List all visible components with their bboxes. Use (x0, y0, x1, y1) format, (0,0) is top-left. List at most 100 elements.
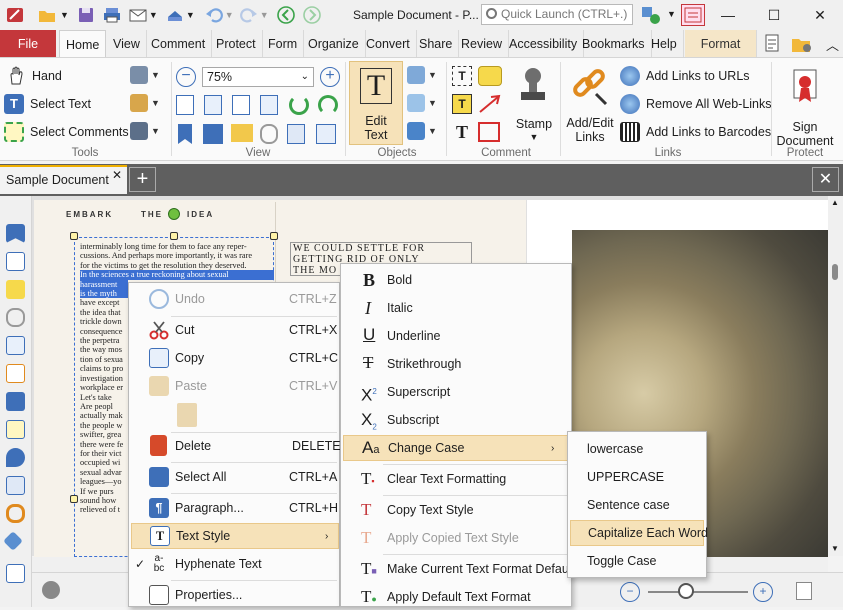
order-panel-icon[interactable] (6, 564, 25, 583)
zoom-select[interactable]: 75% ⌄ (202, 67, 314, 87)
select-comments-button[interactable]: Select Comments (4, 122, 129, 142)
resize-handle-left[interactable] (70, 495, 78, 503)
scroll-up-icon[interactable]: ▲ (831, 198, 839, 207)
menu-item-toggle-case[interactable]: Toggle Case (568, 548, 706, 574)
save-icon[interactable] (75, 4, 97, 26)
location-panel-icon[interactable] (6, 448, 25, 467)
rectangle-icon[interactable] (478, 122, 500, 142)
collapse-ribbon-icon[interactable]: ︿ (826, 35, 839, 54)
attachments-panel-icon[interactable] (6, 308, 25, 327)
actual-size-icon[interactable] (176, 95, 194, 115)
email-dropdown-icon[interactable]: ▼ (149, 10, 158, 20)
destinations-panel-icon[interactable] (6, 336, 25, 355)
menu-item-apply-default-format[interactable]: T● Apply Default Text Format (341, 584, 571, 610)
arrow-icon[interactable] (478, 94, 502, 114)
scan-dropdown-icon[interactable]: ▼ (186, 10, 195, 20)
status-zoom-in-button[interactable]: + (753, 582, 773, 602)
menu-item-paste[interactable]: Paste CTRL+V (129, 373, 339, 399)
resize-handle-tl[interactable] (70, 232, 78, 240)
bookmark-icon[interactable] (178, 124, 192, 144)
open-dropdown-icon[interactable]: ▼ (60, 10, 69, 20)
edit-text-button[interactable]: T Edit Text (349, 61, 403, 145)
rotate-left-icon[interactable] (289, 95, 309, 115)
menu-item-clear-text-formatting[interactable]: T▪ Clear Text Formatting (341, 466, 571, 492)
paste-special-icon[interactable] (177, 403, 197, 427)
document-tab[interactable]: Sample Document ✕ (0, 165, 127, 194)
fit-page-icon[interactable] (204, 95, 222, 115)
object-arrange-button[interactable]: ▼ (407, 122, 437, 140)
thumbnail-icon[interactable] (287, 124, 305, 144)
menu-item-strikethrough[interactable]: T Strikethrough (341, 351, 571, 377)
add-object-button[interactable]: ▼ (407, 94, 437, 112)
tab-file[interactable]: File (0, 30, 56, 57)
add-links-urls-button[interactable]: Add Links to URLs (620, 66, 750, 86)
new-tab-button[interactable]: + (129, 167, 156, 192)
menu-item-underline[interactable]: U Underline (341, 323, 571, 349)
menu-item-bold[interactable]: B Bold (341, 267, 571, 293)
signatures-panel-icon[interactable] (6, 364, 25, 383)
back-icon[interactable] (275, 4, 297, 26)
gear-icon[interactable] (42, 581, 60, 599)
menu-item-select-all[interactable]: Select All CTRL+A (129, 464, 339, 490)
undo-icon[interactable] (203, 4, 225, 26)
tab-bookmarks[interactable]: Bookmarks (576, 30, 652, 57)
menu-item-subscript[interactable]: X2 Subscript (341, 407, 571, 433)
find-button[interactable]: ▼ (130, 122, 160, 140)
zoom-slider-thumb[interactable] (678, 583, 694, 599)
tab-review[interactable]: Review (455, 30, 509, 57)
tab-format[interactable]: Format (685, 30, 757, 57)
tab-help[interactable]: Help (645, 30, 684, 57)
comments-panel-icon[interactable] (6, 280, 25, 299)
tab-share[interactable]: Share (413, 30, 460, 57)
menu-item-sentence-case[interactable]: Sentence case (568, 492, 706, 518)
menu-item-cut[interactable]: Cut CTRL+X (129, 317, 339, 343)
file-properties-icon[interactable] (763, 34, 785, 54)
menu-item-paragraph[interactable]: ¶ Paragraph... CTRL+H (129, 495, 339, 521)
close-tab-icon[interactable]: ✕ (112, 168, 122, 182)
hand-tool-button[interactable]: Hand (8, 66, 62, 86)
page-view-icon[interactable] (796, 582, 812, 600)
content-panel-icon[interactable] (6, 420, 25, 439)
add-links-barcodes-button[interactable]: Add Links to Barcodes (620, 122, 771, 142)
maximize-button[interactable]: ☐ (751, 0, 797, 30)
resize-handle-top[interactable] (170, 232, 178, 240)
resize-handle-tr[interactable] (270, 232, 278, 240)
quick-launch-input[interactable]: Quick Launch (CTRL+.) (481, 4, 633, 25)
status-zoom-out-button[interactable]: − (620, 582, 640, 602)
tab-form[interactable]: Form (262, 30, 305, 57)
menu-item-delete[interactable]: Delete DELETE (129, 433, 341, 459)
thumbnails-panel-icon[interactable] (6, 252, 25, 271)
rotation-handle[interactable] (168, 208, 180, 220)
menu-item-italic[interactable]: I Italic (341, 295, 571, 321)
close-window-button[interactable]: ✕ (797, 0, 843, 30)
menu-item-capitalize-each-word[interactable]: Capitalize Each Word (570, 520, 708, 546)
menu-item-uppercase[interactable]: UPPERCASE (568, 464, 706, 490)
settings-icon[interactable] (640, 4, 662, 26)
add-edit-links-button[interactable]: Add/Edit Links (562, 62, 618, 146)
menu-item-undo[interactable]: Undo CTRL+Z (129, 286, 339, 312)
redo-dropdown-icon[interactable]: ▼ (260, 10, 269, 20)
page-properties-icon[interactable] (316, 124, 336, 144)
tab-accessibility[interactable]: Accessibility (503, 30, 585, 57)
bookmarks-panel-icon[interactable] (6, 224, 25, 243)
callout-icon[interactable]: T (452, 122, 472, 142)
tab-view[interactable]: View (107, 30, 147, 57)
menu-item-copy-text-style[interactable]: T Copy Text Style (341, 497, 571, 523)
folder-settings-icon[interactable] (790, 34, 814, 54)
email-icon[interactable] (127, 4, 149, 26)
menu-item-superscript[interactable]: X2 Superscript (341, 379, 571, 405)
menu-item-make-default-format[interactable]: T■ Make Current Text Format Default (341, 556, 575, 582)
sticky-note-icon[interactable] (478, 66, 502, 86)
tab-home[interactable]: Home (59, 30, 106, 57)
zoom-out-button[interactable]: − (176, 67, 196, 87)
tags-panel-icon[interactable] (3, 531, 23, 551)
structure-panel-icon[interactable] (6, 476, 25, 495)
scan-icon[interactable] (164, 4, 186, 26)
settings-dropdown-icon[interactable]: ▼ (667, 9, 676, 19)
vertical-scrollbar[interactable]: ▲ ▼ (828, 196, 843, 556)
close-document-button[interactable]: ✕ (812, 167, 839, 192)
fit-width-icon[interactable] (232, 95, 250, 115)
rotate-right-icon[interactable] (318, 95, 338, 115)
image-object-button[interactable]: ▼ (407, 66, 437, 84)
scroll-down-icon[interactable]: ▼ (831, 544, 839, 553)
